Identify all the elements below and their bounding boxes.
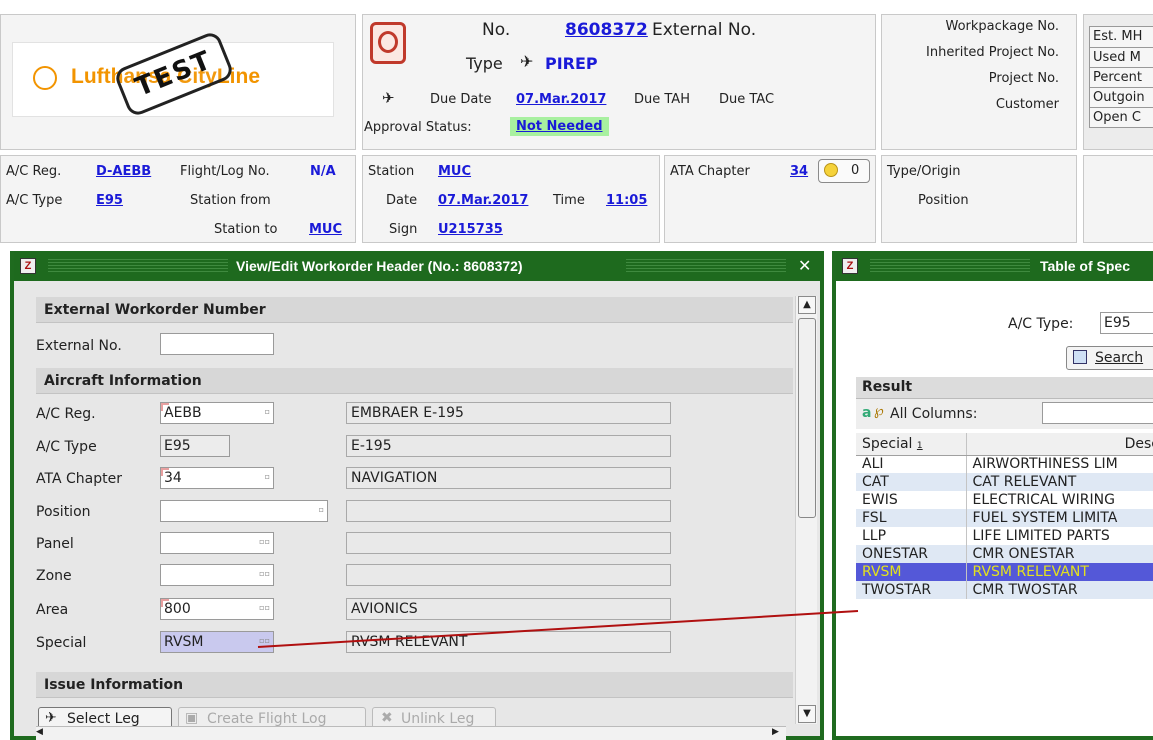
annotation-connector-line (257, 610, 859, 648)
connector-line (257, 610, 859, 648)
